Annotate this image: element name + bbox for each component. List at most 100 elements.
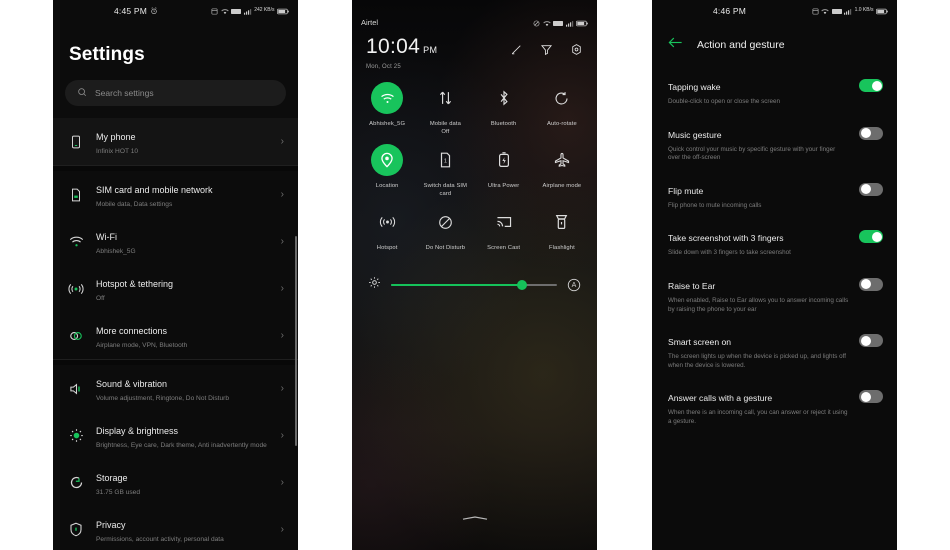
sidebar-item-sub: 31.75 GB used — [96, 489, 140, 496]
setting-description: Flip phone to mute incoming calls — [668, 201, 762, 209]
sidebar-item-sub: Brightness, Eye care, Dark theme, Anti i… — [96, 442, 267, 449]
setting-label: Tapping wake — [668, 82, 721, 92]
sidebar-item-display[interactable]: Display & brightness Brightness, Eye car… — [53, 412, 298, 459]
clock-time: 10:04 — [366, 35, 421, 58]
page-title: Action and gesture — [697, 39, 785, 51]
brightness-knob[interactable] — [517, 280, 528, 290]
auto-brightness-label: A — [571, 281, 577, 289]
chevron-right-icon: › — [280, 430, 284, 441]
setting-description: The screen lights up when the device is … — [668, 353, 847, 369]
list-item[interactable]: Take screenshot with 3 fingers Slide dow… — [652, 219, 897, 267]
phone-icon — [67, 135, 85, 149]
tile-location[interactable]: Location — [358, 144, 416, 198]
setting-label: Take screenshot with 3 fingers — [668, 233, 784, 244]
toggle-switch[interactable] — [859, 126, 883, 140]
chevron-right-icon: › — [280, 330, 284, 341]
status-bar-left: 4:45 PM — [62, 6, 158, 16]
sidebar-item-more-connections[interactable]: More connections Airplane mode, VPN, Blu… — [53, 312, 298, 359]
setting-label: Flip mute — [668, 185, 704, 196]
sim-card-icon — [67, 188, 85, 202]
toggle-switch[interactable] — [859, 334, 883, 348]
tile-auto-rotate[interactable]: Auto-rotate — [533, 82, 591, 136]
list-item[interactable]: Tapping wake Double-click to open or clo… — [652, 68, 897, 116]
chevron-right-icon: › — [280, 136, 284, 147]
status-bar: 4:46 PM 1.0 KB/s — [652, 0, 897, 22]
hotspot-icon — [67, 282, 85, 296]
clock-line: 10:04 PM — [366, 36, 437, 61]
tile-label: Ultra Power — [487, 183, 520, 189]
tile-screen-cast[interactable]: Screen Cast — [475, 206, 533, 252]
airplane-icon — [546, 144, 578, 176]
list-item[interactable]: Flip mute Flip phone to mute incoming ca… — [652, 172, 897, 220]
wifi-icon — [821, 8, 829, 15]
status-bar-clock: 4:46 PM — [713, 6, 747, 16]
sidebar-item-sound[interactable]: Sound & vibration Volume adjustment, Rin… — [53, 365, 298, 412]
setting-label: Answer calls with a gesture — [668, 393, 773, 404]
brightness-fill — [391, 284, 523, 286]
tile-mobile-data[interactable]: Mobile data Off — [416, 82, 474, 136]
filter-icon[interactable] — [540, 43, 553, 61]
toggle-switch[interactable] — [859, 277, 883, 291]
settings-gear-icon[interactable] — [570, 43, 583, 61]
wifi-icon — [542, 20, 551, 27]
toggle-knob — [860, 279, 871, 290]
battery-icon — [277, 8, 289, 15]
sidebar-item-privacy[interactable]: Privacy Permissions, account activity, p… — [53, 506, 298, 550]
list-item[interactable]: Answer calls with a gesture When there i… — [652, 379, 897, 435]
toggle-switch[interactable] — [859, 230, 883, 244]
tile-hotspot[interactable]: Hotspot — [358, 206, 416, 252]
sidebar-item-sub: Volume adjustment, Ringtone, Do Not Dist… — [96, 395, 230, 402]
page-header: Action and gesture — [652, 22, 897, 68]
tile-label: Bluetooth — [490, 121, 517, 127]
tile-flashlight[interactable]: Flashlight — [533, 206, 591, 252]
back-arrow-icon[interactable] — [668, 36, 683, 54]
sidebar-item-wifi[interactable]: Wi-Fi Abhishek_5G › — [53, 218, 298, 265]
sidebar-item-hotspot[interactable]: Hotspot & tethering Off › — [53, 265, 298, 312]
list-item[interactable]: Music gesture Quick control your music b… — [652, 116, 897, 172]
sidebar-item-sub: Mobile data, Data settings — [96, 201, 173, 208]
sidebar-item-storage[interactable]: Storage 31.75 GB used › — [53, 459, 298, 506]
list-item[interactable]: Raise to Ear When enabled, Raise to Ear … — [652, 267, 897, 323]
brightness-track[interactable] — [391, 280, 557, 290]
auto-brightness-toggle[interactable]: A — [567, 278, 581, 292]
tile-airplane-mode[interactable]: Airplane mode — [533, 144, 591, 198]
scrollbar[interactable] — [295, 236, 297, 446]
sidebar-item-sim-card[interactable]: SIM card and mobile network Mobile data,… — [53, 171, 298, 218]
search-placeholder: Search settings — [95, 88, 154, 98]
chevron-right-icon: › — [280, 283, 284, 294]
tile-bluetooth[interactable]: Bluetooth — [475, 82, 533, 136]
toggle-knob — [860, 128, 871, 139]
tile-switch-sim[interactable]: 1 Switch data SIM card — [416, 144, 474, 198]
sidebar-item-my-phone[interactable]: My phone Infinix HOT 10 › — [53, 118, 298, 165]
edit-icon[interactable] — [510, 43, 523, 61]
toggle-switch[interactable] — [859, 390, 883, 404]
setting-label: Raise to Ear — [668, 280, 716, 291]
sidebar-item-label: Display & brightness — [96, 426, 179, 436]
do-not-disturb-icon — [429, 206, 461, 238]
wifi-icon — [371, 82, 404, 114]
location-icon — [371, 144, 404, 176]
tile-wifi[interactable]: Abhishek_5G — [358, 82, 416, 136]
signal-icon — [243, 8, 252, 15]
wifi-icon — [67, 235, 85, 248]
battery-icon — [876, 8, 888, 15]
toggle-switch[interactable] — [859, 79, 883, 92]
tile-ultra-power[interactable]: Ultra Power — [475, 144, 533, 198]
setting-description: Double-click to open or close the screen — [668, 98, 781, 105]
speaker-icon — [67, 382, 85, 396]
mobile-data-icon — [429, 82, 461, 114]
screenshot-icon — [812, 8, 819, 15]
toggle-knob — [860, 335, 871, 346]
wifi-icon — [221, 8, 229, 15]
sidebar-item-label: My phone — [96, 132, 136, 142]
brightness-slider[interactable]: A — [352, 252, 597, 294]
hotspot-icon — [371, 206, 403, 238]
search-input[interactable]: Search settings — [65, 80, 286, 106]
toggle-switch[interactable] — [859, 182, 883, 196]
tile-label: Mobile data Off — [429, 121, 461, 135]
tile-do-not-disturb[interactable]: Do Not Disturb — [416, 206, 474, 252]
list-item[interactable]: Smart screen on The screen lights up whe… — [652, 323, 897, 379]
home-handle[interactable] — [462, 507, 488, 520]
sidebar-item-label: SIM card and mobile network — [96, 185, 213, 195]
ultra-power-icon — [488, 144, 520, 176]
